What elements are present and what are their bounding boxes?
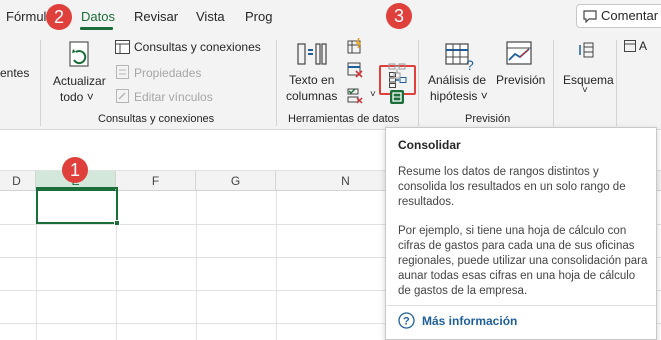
refresh-all-icon [69,41,89,67]
edit-links-button[interactable]: Editar vínculos [134,90,213,104]
text-to-columns-icon [297,43,327,65]
queries-connections-icon [115,40,130,54]
tab-revisar[interactable]: Revisar [134,9,178,24]
ribbon-separator [553,40,554,126]
selected-cell[interactable] [36,187,118,224]
text-to-columns-label-2: columnas [286,89,338,103]
relationships-icon[interactable] [388,63,406,79]
svg-text:?: ? [466,57,474,72]
ribbon-tab-bar: Fórmulas Datos Revisar Vista Prog Coment… [0,0,661,32]
tooltip-example: Por ejemplo, si tiene una hoja de cálcul… [398,225,648,297]
help-icon: ? [398,312,415,329]
comment-icon [583,10,597,23]
more-info-link[interactable]: ? Más información [398,312,517,330]
text-to-columns-label: Texto en [289,73,335,87]
partial-left-label[interactable]: entes [0,66,29,80]
what-if-analysis-label-2: hipótesis ˅ [430,89,488,103]
column-header-d[interactable]: D [0,171,36,191]
outline-label: Esquema [563,73,614,87]
ribbon-separator [40,40,41,126]
what-if-analysis-icon: ? [445,43,474,72]
forecast-sheet-label: Previsión [496,73,546,87]
outline-chevron: ˅ [582,85,588,96]
forecast-sheet-icon [506,41,532,65]
svg-text:?: ? [403,316,410,328]
group-title-forecast: Previsión [465,113,511,125]
more-info-label: Más información [422,314,518,328]
tab-prog[interactable]: Prog [245,9,272,24]
comments-button-label: Comentar [601,8,659,23]
flash-fill-icon[interactable] [347,38,363,54]
step-badge-2: 2 [46,4,72,30]
tooltip-divider [386,305,656,306]
edit-links-icon [116,89,129,103]
group-title-data-tools: Herramientas de datos [288,113,400,125]
remove-duplicates-icon[interactable] [347,62,363,78]
step-badge-3: 3 [386,3,412,29]
ribbon-separator [276,40,277,126]
analysis-icon [624,40,636,52]
comments-button[interactable]: Comentar [576,4,661,28]
column-line [196,191,197,340]
properties-icon [116,65,129,79]
refresh-all-label-2: todo ˅ [60,90,94,104]
tab-datos[interactable]: Datos [81,9,115,24]
partial-right-label[interactable]: A [639,39,647,53]
queries-connections-button[interactable]: Consultas y conexiones [134,40,261,54]
tab-vista[interactable]: Vista [196,9,225,24]
consolidate-tooltip: Consolidar Resume los datos de rangos di… [385,127,657,340]
fill-handle[interactable] [114,220,120,226]
ribbon-separator [418,40,419,126]
tooltip-title: Consolidar [398,138,461,152]
what-if-analysis-label: Análisis de [428,73,487,87]
outline-icon [579,42,594,58]
column-header-g[interactable]: G [196,171,276,191]
data-model-icon[interactable] [389,89,405,105]
column-line [276,191,277,340]
tooltip-description: Resume los datos de rangos distintos y c… [398,166,626,208]
active-tab-indicator [80,27,113,30]
ribbon-separator [616,40,617,126]
properties-button[interactable]: Propiedades [134,66,201,80]
data-validation-chevron[interactable]: ˅ [370,89,376,100]
group-title-queries: Consultas y conexiones [98,113,215,125]
ribbon: entes Actualizar todo ˅ Consultas y cone… [0,32,661,130]
refresh-all-label: Actualizar [53,74,106,88]
data-validation-icon[interactable] [347,88,363,104]
step-badge-1: 1 [62,157,88,183]
column-header-f[interactable]: F [116,171,196,191]
